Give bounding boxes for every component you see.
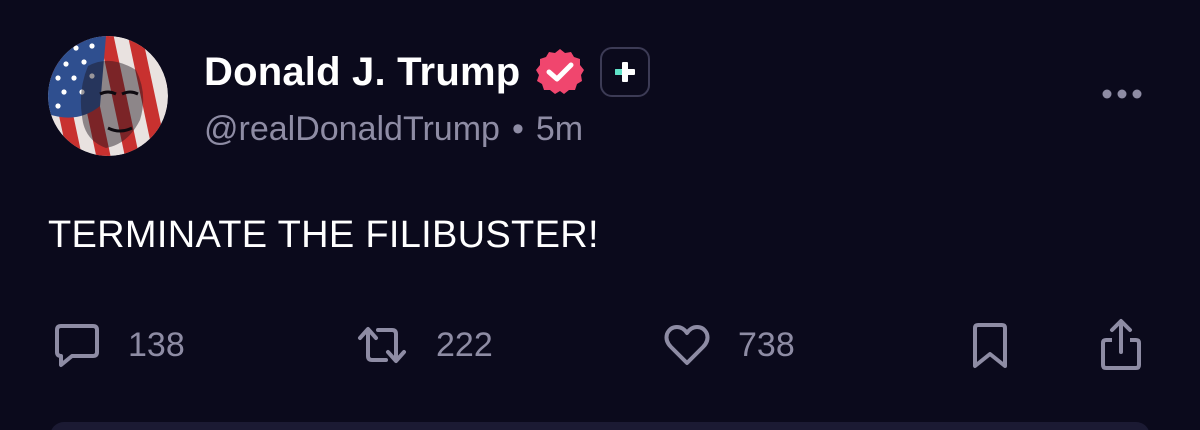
repost-count: 222 [436,325,493,364]
bookmark-icon [968,320,1012,370]
author-display-name[interactable]: Donald J. Trump [204,50,520,95]
author-handle[interactable]: @realDonaldTrump [204,110,500,149]
like-button[interactable]: 738 [662,318,795,372]
like-count: 738 [738,325,795,364]
share-icon [1098,318,1144,372]
post-timestamp[interactable]: 5m [536,110,583,149]
heart-icon [662,320,712,370]
post-card: Donald J. Trump @realDonaldTrump • 5m TE… [0,0,1200,430]
post-body-text: TERMINATE THE FILIBUSTER! [48,214,599,256]
plus-badge-icon[interactable] [600,47,651,97]
author-name-row: Donald J. Trump [204,44,651,100]
verified-badge-icon [534,46,586,98]
more-options-button[interactable] [1098,80,1146,108]
next-post-edge [50,422,1150,430]
share-button[interactable] [1098,318,1144,372]
repost-icon [354,320,410,370]
avatar-image [48,36,168,156]
reply-button[interactable]: 138 [52,318,185,372]
avatar[interactable] [48,36,168,156]
reply-count: 138 [128,325,185,364]
reply-icon [52,320,102,370]
author-meta-row: @realDonaldTrump • 5m [204,106,583,152]
more-options-icon [1102,89,1142,99]
bookmark-button[interactable] [968,318,1012,372]
repost-button[interactable]: 222 [354,318,493,372]
meta-separator: • [511,109,524,148]
